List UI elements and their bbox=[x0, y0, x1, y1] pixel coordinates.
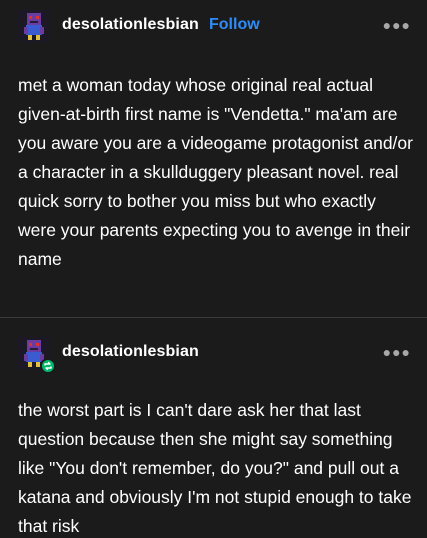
post-body-text: met a woman today whose original real ac… bbox=[18, 75, 413, 269]
reblog-icon bbox=[40, 358, 56, 374]
post-card: desolationlesbian Follow ●●● met a woman… bbox=[0, 0, 427, 538]
post-header: desolationlesbian Follow ●●● bbox=[0, 0, 427, 50]
username[interactable]: desolationlesbian bbox=[62, 16, 199, 34]
reblog-body-text: the worst part is I can't dare ask her t… bbox=[18, 400, 412, 536]
avatar[interactable] bbox=[18, 10, 50, 42]
avatar-image bbox=[18, 10, 50, 42]
reblog-divider bbox=[0, 317, 427, 318]
username[interactable]: desolationlesbian bbox=[62, 343, 199, 361]
more-horizontal-icon[interactable]: ●●● bbox=[383, 345, 411, 359]
reblog-header: desolationlesbian ●●● bbox=[0, 328, 427, 378]
follow-button[interactable]: Follow bbox=[209, 16, 260, 34]
more-horizontal-icon[interactable]: ●●● bbox=[383, 18, 411, 32]
